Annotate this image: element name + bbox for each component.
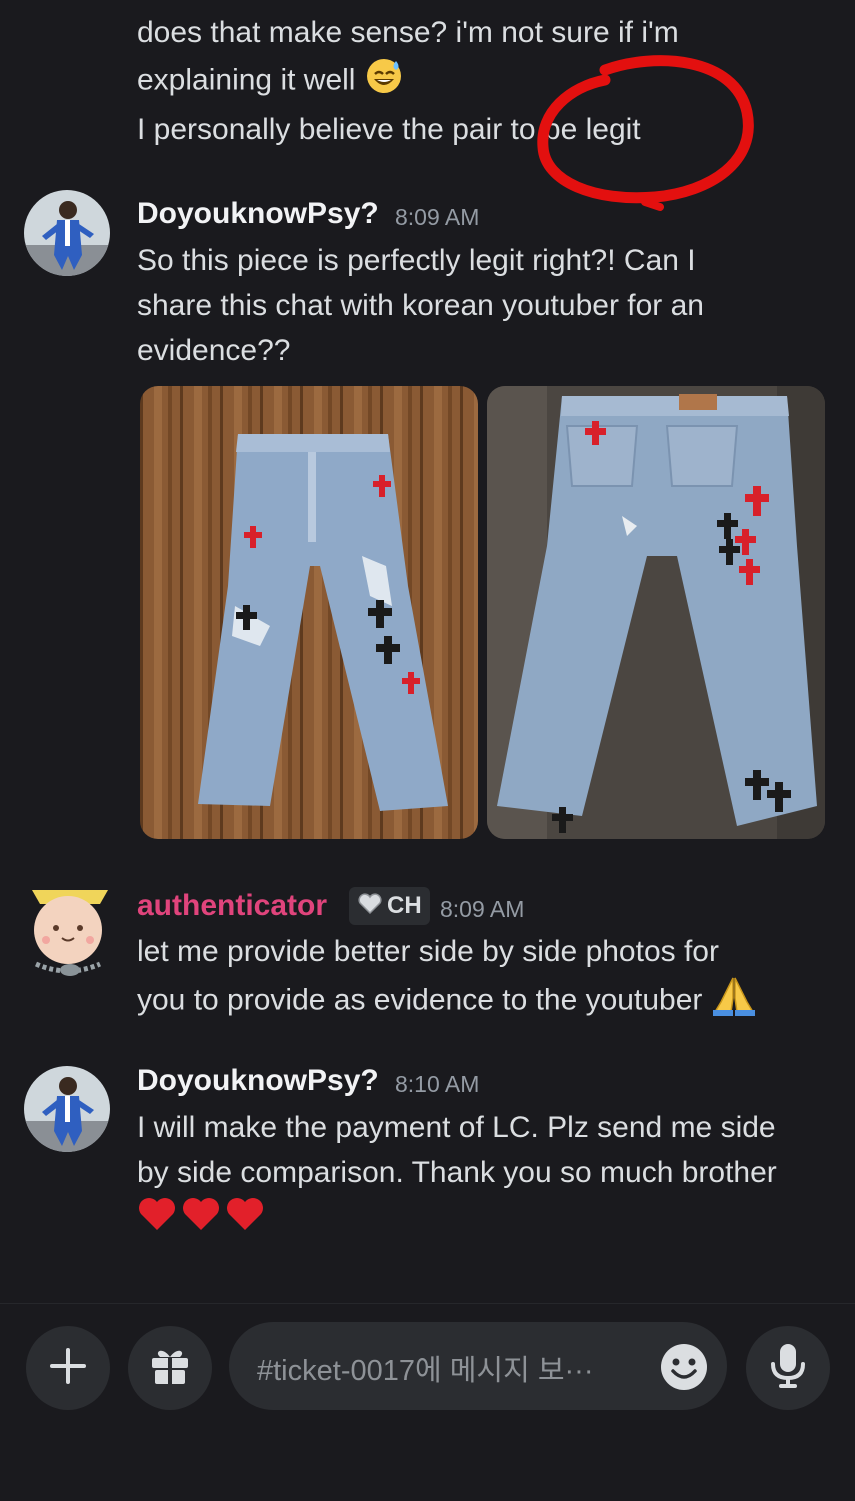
plus-icon xyxy=(46,1344,90,1393)
message-timestamp: 8:09 AM xyxy=(395,204,480,230)
avatar[interactable] xyxy=(24,1066,110,1152)
message-text-span: you to provide as evidence to the youtub… xyxy=(137,983,703,1017)
heart-emoji-icon xyxy=(137,1196,177,1237)
microphone-icon xyxy=(766,1342,810,1395)
message-text: share this chat with korean youtuber for… xyxy=(137,289,704,322)
message-text: explaining it well xyxy=(137,55,404,108)
emoji-face-icon xyxy=(661,1344,707,1390)
message-timestamp: 8:10 AM xyxy=(395,1071,480,1097)
message-timestamp: 8:09 AM xyxy=(440,896,525,922)
message-author[interactable]: DoyouknowPsy? xyxy=(137,197,379,231)
message-text: evidence?? xyxy=(137,334,291,367)
message-text: let me provide better side by side photo… xyxy=(137,935,719,968)
message-author[interactable]: authenticator xyxy=(137,889,327,923)
emoji-row xyxy=(137,1196,265,1237)
message-text: does that make sense? i'm not sure if i'… xyxy=(137,16,679,49)
avatar[interactable] xyxy=(24,882,116,982)
red-annotation-circle xyxy=(537,55,754,211)
message-text: by side comparison. Thank you so much br… xyxy=(137,1156,777,1189)
message-text: you to provide as evidence to the youtub… xyxy=(137,974,757,1029)
jeans-photo-back[interactable] xyxy=(487,386,825,839)
emoji-picker-button[interactable] xyxy=(659,1342,709,1397)
message-author[interactable]: DoyouknowPsy? xyxy=(137,1064,379,1098)
message-text-span: explaining it well xyxy=(137,63,356,97)
message-input-placeholder: #ticket-0017에 메시지 보··· xyxy=(257,1355,594,1387)
attach-button[interactable] xyxy=(26,1326,110,1410)
voice-message-button[interactable] xyxy=(746,1326,830,1410)
sweat-smile-emoji-icon xyxy=(364,55,404,108)
message-text: So this piece is perfectly legit right?!… xyxy=(137,244,696,277)
jeans-photo-front[interactable] xyxy=(140,386,478,839)
gift-button[interactable] xyxy=(128,1326,212,1410)
message-text: I will make the payment of LC. Plz send … xyxy=(137,1111,776,1144)
gift-icon xyxy=(148,1344,192,1393)
heart-outline-icon xyxy=(357,892,383,920)
role-tag-label: CH xyxy=(387,892,422,919)
heart-emoji-icon xyxy=(225,1196,265,1237)
heart-emoji-icon xyxy=(181,1196,221,1237)
pray-emoji-icon xyxy=(711,974,757,1029)
avatar[interactable] xyxy=(24,190,110,276)
role-tag[interactable]: CH xyxy=(349,887,430,925)
message-input[interactable]: #ticket-0017에 메시지 보··· xyxy=(229,1322,727,1410)
